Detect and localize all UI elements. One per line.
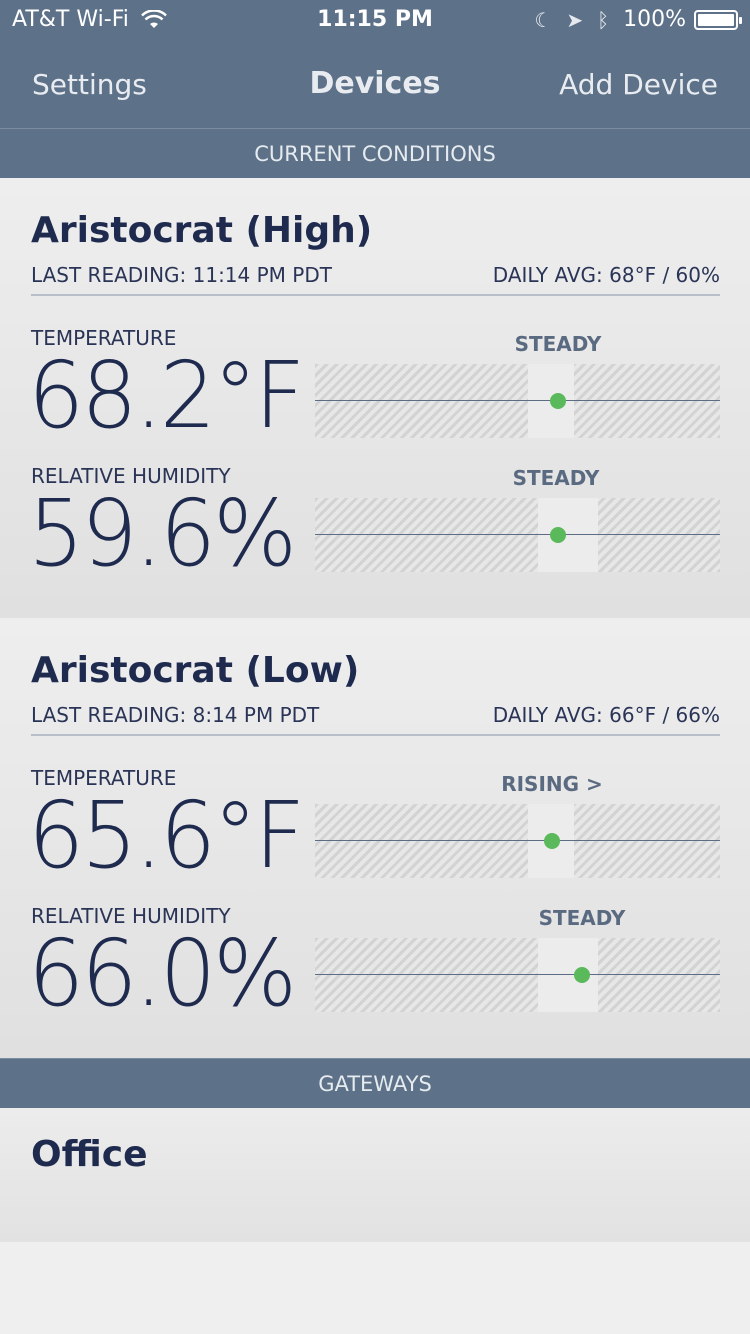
- gauge-line: [315, 974, 720, 975]
- battery-percent: 100%: [623, 7, 686, 32]
- gateways-header: GATEWAYS: [0, 1058, 750, 1108]
- reading-row: LAST READING: 11:14 PM PDT DAILY AVG: 68…: [31, 262, 720, 296]
- battery-fill: [698, 13, 734, 26]
- device-card[interactable]: Aristocrat (High) LAST READING: 11:14 PM…: [0, 178, 750, 618]
- daily-average: DAILY AVG: 66°F / 66%: [492, 703, 720, 727]
- bluetooth-icon: ᛒ: [597, 7, 610, 32]
- temperature-gauge: [315, 804, 720, 878]
- gauge-line: [315, 534, 720, 535]
- temperature-gauge: [315, 364, 720, 438]
- nav-bar: Settings Devices Add Device: [0, 40, 750, 128]
- humidity-gauge: [315, 938, 720, 1012]
- gateway-name: Office: [31, 1134, 148, 1175]
- device-name: Aristocrat (High): [31, 210, 373, 251]
- moon-icon: ☾: [534, 7, 553, 32]
- gauge-window: [538, 498, 598, 572]
- temperature-trend: STEADY: [514, 332, 602, 356]
- gauge-marker: [543, 833, 560, 849]
- gauge-marker: [550, 527, 566, 543]
- humidity-gauge: [315, 498, 720, 572]
- gauge-line: [315, 840, 720, 841]
- humidity-value: 59.6%: [28, 480, 297, 587]
- top-bar: AT&T Wi-Fi 11:15 PM ☾ ➤ ᛒ 100% Settings …: [0, 0, 750, 128]
- temperature-value: 65.6°F: [28, 782, 305, 889]
- last-reading: LAST READING: 11:14 PM PDT: [31, 263, 332, 287]
- gauge-line: [315, 400, 720, 401]
- status-bar: AT&T Wi-Fi 11:15 PM ☾ ➤ ᛒ 100%: [0, 0, 750, 40]
- device-name: Aristocrat (Low): [31, 650, 360, 691]
- device-card[interactable]: Aristocrat (Low) LAST READING: 8:14 PM P…: [0, 618, 750, 1058]
- battery-icon: [694, 9, 742, 30]
- humidity-value: 66.0%: [28, 920, 297, 1027]
- gauge-marker: [550, 393, 566, 409]
- last-reading: LAST READING: 8:14 PM PDT: [31, 703, 320, 727]
- humidity-trend: STEADY: [512, 466, 600, 490]
- humidity-trend: STEADY: [538, 906, 626, 930]
- status-right: ☾ ➤ ᛒ 100%: [534, 7, 742, 32]
- reading-row: LAST READING: 8:14 PM PDT DAILY AVG: 66°…: [31, 702, 720, 736]
- add-device-button[interactable]: Add Device: [559, 68, 718, 101]
- temperature-value: 68.2°F: [28, 342, 305, 449]
- location-arrow-icon: ➤: [566, 7, 584, 32]
- daily-average: DAILY AVG: 68°F / 60%: [492, 263, 720, 287]
- gateway-card[interactable]: Office: [0, 1108, 750, 1242]
- current-conditions-header: CURRENT CONDITIONS: [0, 128, 750, 178]
- temperature-trend: RISING >: [501, 772, 603, 796]
